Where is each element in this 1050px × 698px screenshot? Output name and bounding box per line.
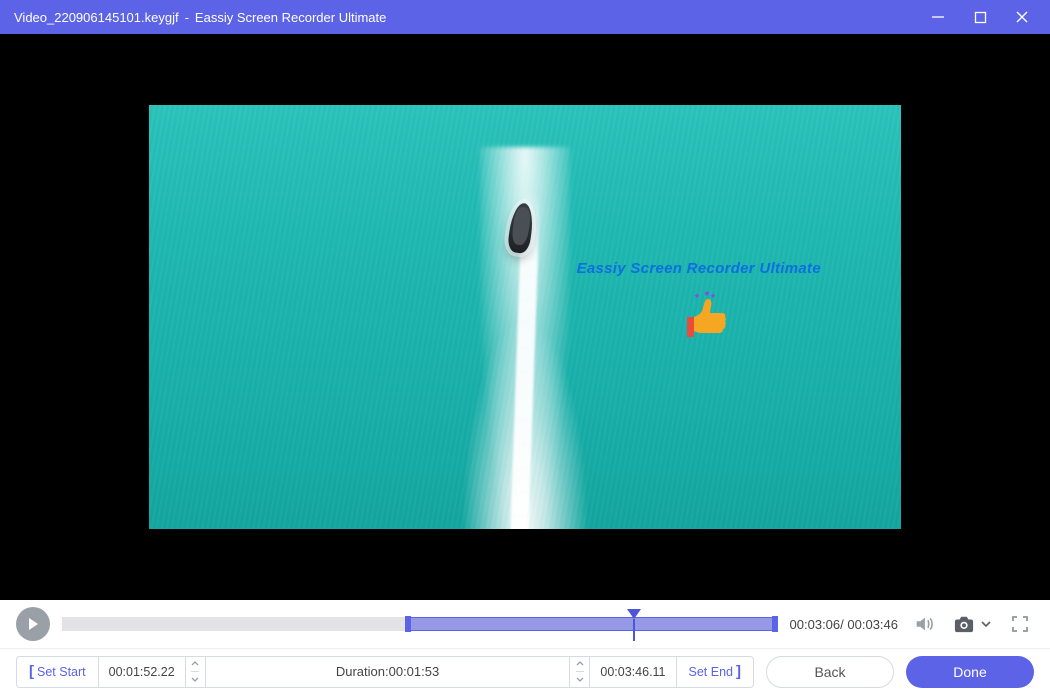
video-preview[interactable]: Eassiy Screen Recorder Ultimate — [149, 105, 901, 529]
done-button[interactable]: Done — [906, 656, 1034, 688]
snapshot-dropdown[interactable] — [978, 610, 994, 638]
fullscreen-button[interactable] — [1006, 610, 1034, 638]
title-bar: Video_220906145101.keygjf - Eassiy Scree… — [0, 0, 1050, 34]
chevron-up-icon — [576, 661, 584, 666]
title-filename: Video_220906145101.keygjf — [14, 10, 179, 25]
end-time-input[interactable]: 00:03:46.11 — [589, 657, 675, 687]
camera-icon — [953, 614, 975, 634]
app-window: Video_220906145101.keygjf - Eassiy Scree… — [0, 0, 1050, 698]
end-time-down[interactable] — [576, 672, 584, 687]
timeline-selection — [405, 617, 777, 631]
set-end-button[interactable]: Set End ] — [676, 657, 753, 687]
timeline-start-handle[interactable] — [405, 616, 411, 632]
play-icon — [26, 617, 40, 631]
bracket-close-icon: ] — [736, 663, 741, 680]
fullscreen-icon — [1011, 615, 1029, 633]
preview-stage: Eassiy Screen Recorder Ultimate — [0, 34, 1050, 600]
chevron-down-icon — [981, 619, 991, 629]
maximize-button[interactable] — [962, 0, 998, 34]
title-separator: - — [185, 10, 189, 25]
chevron-up-icon — [191, 661, 199, 666]
minimize-button[interactable] — [920, 0, 956, 34]
end-time-up[interactable] — [576, 657, 584, 673]
volume-button[interactable] — [910, 610, 938, 638]
start-time-up[interactable] — [191, 657, 199, 673]
trim-controls: [ Set Start 00:01:52.22 Duration:00:01:5… — [0, 648, 1050, 698]
player-controls: 00:03:06/ 00:03:46 — [0, 600, 1050, 648]
minimize-icon — [931, 10, 945, 24]
back-button[interactable]: Back — [766, 656, 894, 688]
thumbs-up-icon — [681, 291, 731, 341]
start-time-spinner — [186, 657, 206, 687]
close-button[interactable] — [1004, 0, 1040, 34]
play-button[interactable] — [16, 607, 50, 641]
duration-display: Duration:00:01:53 — [206, 657, 570, 687]
timeline-end-handle[interactable] — [772, 616, 778, 632]
start-time-down[interactable] — [191, 672, 199, 687]
timeline-playhead[interactable] — [627, 609, 641, 619]
time-display: 00:03:06/ 00:03:46 — [790, 617, 898, 632]
chevron-down-icon — [191, 677, 199, 682]
close-icon — [1015, 10, 1029, 24]
timeline-track[interactable] — [62, 617, 778, 631]
bracket-open-icon: [ — [29, 663, 34, 680]
watermark-text: Eassiy Screen Recorder Ultimate — [577, 260, 821, 277]
trim-range-group: [ Set Start 00:01:52.22 Duration:00:01:5… — [16, 656, 754, 688]
chevron-down-icon — [576, 677, 584, 682]
volume-icon — [913, 613, 935, 635]
start-time-input[interactable]: 00:01:52.22 — [99, 657, 186, 687]
end-time-spinner — [569, 657, 589, 687]
title-app-name: Eassiy Screen Recorder Ultimate — [195, 10, 386, 25]
snapshot-button[interactable] — [950, 610, 978, 638]
set-start-button[interactable]: [ Set Start — [17, 657, 99, 687]
maximize-icon — [974, 11, 987, 24]
